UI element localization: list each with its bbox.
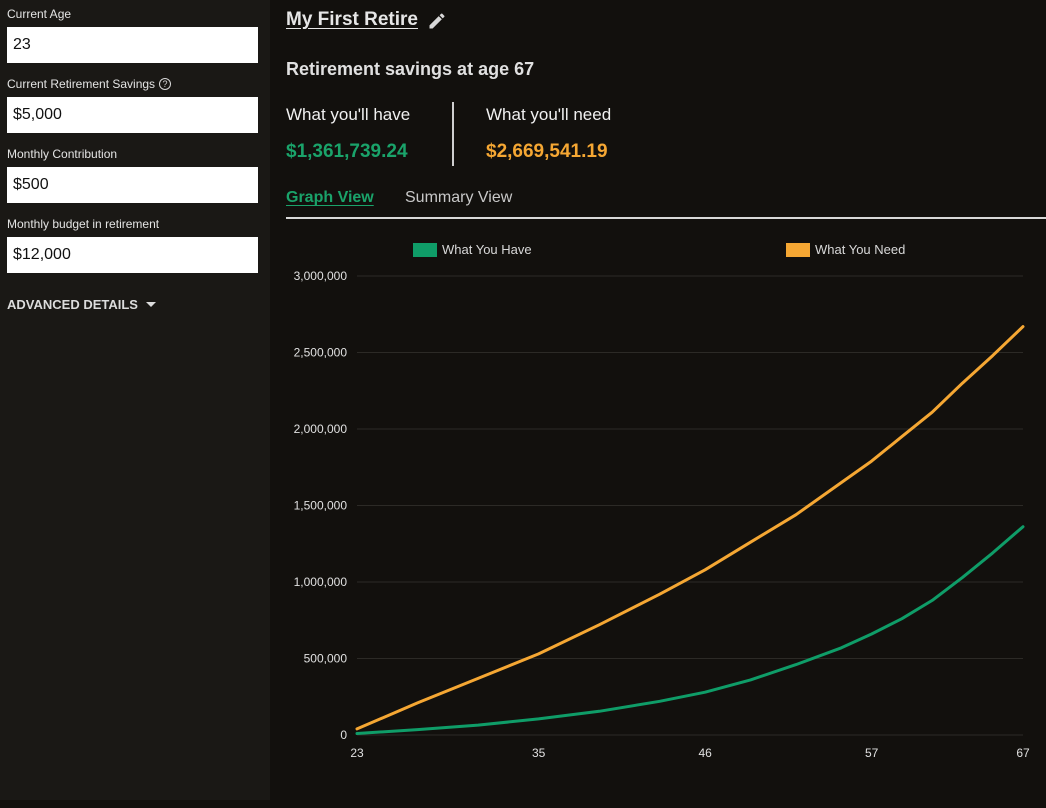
- legend-need[interactable]: What You Need: [786, 242, 905, 257]
- y-tick-label: 0: [340, 728, 347, 742]
- current-age-label: Current Age: [7, 7, 72, 21]
- series-line-need: [355, 325, 1025, 731]
- x-tick-label: 46: [698, 746, 712, 760]
- y-tick-label: 3,000,000: [294, 269, 348, 283]
- x-tick-label: 67: [1016, 746, 1030, 760]
- advanced-details-toggle[interactable]: ADVANCED DETAILS: [7, 297, 156, 312]
- plan-name-link[interactable]: My First Retire: [286, 9, 418, 31]
- pencil-icon[interactable]: [427, 11, 447, 31]
- monthly-contribution-input[interactable]: [7, 167, 258, 203]
- tab-divider: [286, 217, 1046, 219]
- have-value: $1,361,739.24: [286, 141, 408, 162]
- question-circle-icon[interactable]: ?: [159, 78, 172, 90]
- x-tick-label: 23: [350, 746, 364, 760]
- current-savings-label: Current Retirement Savings ?: [7, 77, 172, 91]
- monthly-contribution-label: Monthly Contribution: [7, 147, 118, 161]
- y-tick-label: 1,000,000: [294, 575, 348, 589]
- monthly-budget-label: Monthly budget in retirement: [7, 217, 160, 231]
- tab-summary-view[interactable]: Summary View: [405, 189, 512, 207]
- x-tick-label: 57: [865, 746, 879, 760]
- monthly-budget-input[interactable]: [7, 237, 258, 273]
- current-savings-input[interactable]: [7, 97, 258, 133]
- y-tick-label: 2,000,000: [294, 422, 348, 436]
- need-value: $2,669,541.19: [486, 141, 608, 162]
- tab-graph-view[interactable]: Graph View: [286, 189, 374, 207]
- current-age-input[interactable]: [7, 27, 258, 63]
- caret-down-icon: [145, 302, 156, 307]
- need-label: What you'll need: [486, 105, 612, 124]
- legend-have-swatch: [413, 242, 437, 257]
- input-sidebar: Current Age Current Retirement Savings ?…: [0, 0, 270, 800]
- y-tick-label: 500,000: [304, 652, 348, 666]
- section-title: Retirement savings at age 67: [286, 59, 535, 79]
- legend-have[interactable]: What You Have: [413, 242, 532, 257]
- have-label: What you'll have: [286, 105, 411, 124]
- y-tick-label: 2,500,000: [294, 346, 348, 360]
- series-line-have: [355, 525, 1025, 735]
- x-tick-label: 35: [532, 746, 546, 760]
- summary-divider: [452, 102, 454, 166]
- y-tick-label: 1,500,000: [294, 499, 348, 513]
- legend-need-swatch: [786, 242, 810, 257]
